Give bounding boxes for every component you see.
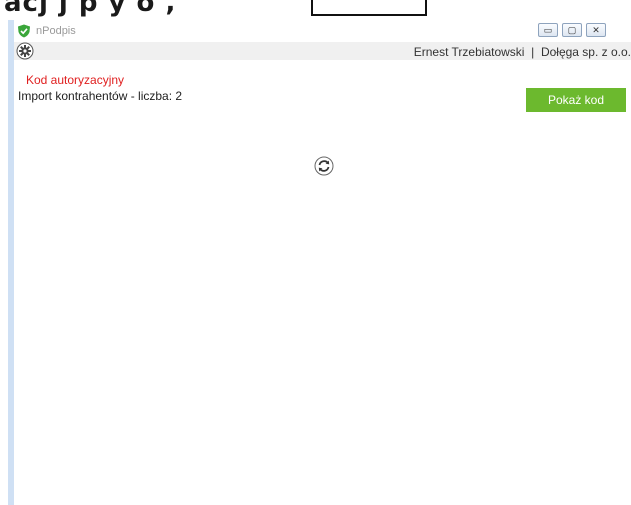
import-count-label: Import kontrahentów - liczba: 2 (18, 89, 183, 103)
background-text: acj j p y o , (4, 0, 177, 18)
user-name: Ernest Trzebiatowski (413, 45, 525, 59)
user-separator: | (531, 45, 535, 59)
maximize-button[interactable]: ▢ (562, 23, 582, 37)
minimize-button[interactable]: ▭ (538, 23, 558, 37)
shield-icon (18, 24, 30, 38)
background-document: acj j p y o , (0, 0, 631, 20)
app-title: nPodpis (36, 25, 76, 37)
user-info: Ernest Trzebiatowski | Dołęga sp. z o.o. (414, 45, 631, 59)
close-button[interactable]: ✕ (586, 23, 606, 37)
gear-icon[interactable] (16, 42, 34, 60)
app-window: nPodpis ▭ ▢ ✕ Ernest Trzebiatowski | Doł… (8, 20, 631, 505)
company-name: Dołęga sp. z o.o. (540, 45, 631, 59)
show-code-button[interactable]: Pokaż kod (526, 88, 626, 112)
refresh-icon[interactable] (314, 156, 334, 176)
auth-code-title: Kod autoryzacyjny (26, 73, 125, 87)
top-toolbar: Ernest Trzebiatowski | Dołęga sp. z o.o. (14, 42, 631, 60)
title-bar[interactable]: nPodpis ▭ ▢ ✕ (14, 20, 631, 42)
background-text-box (311, 0, 427, 16)
